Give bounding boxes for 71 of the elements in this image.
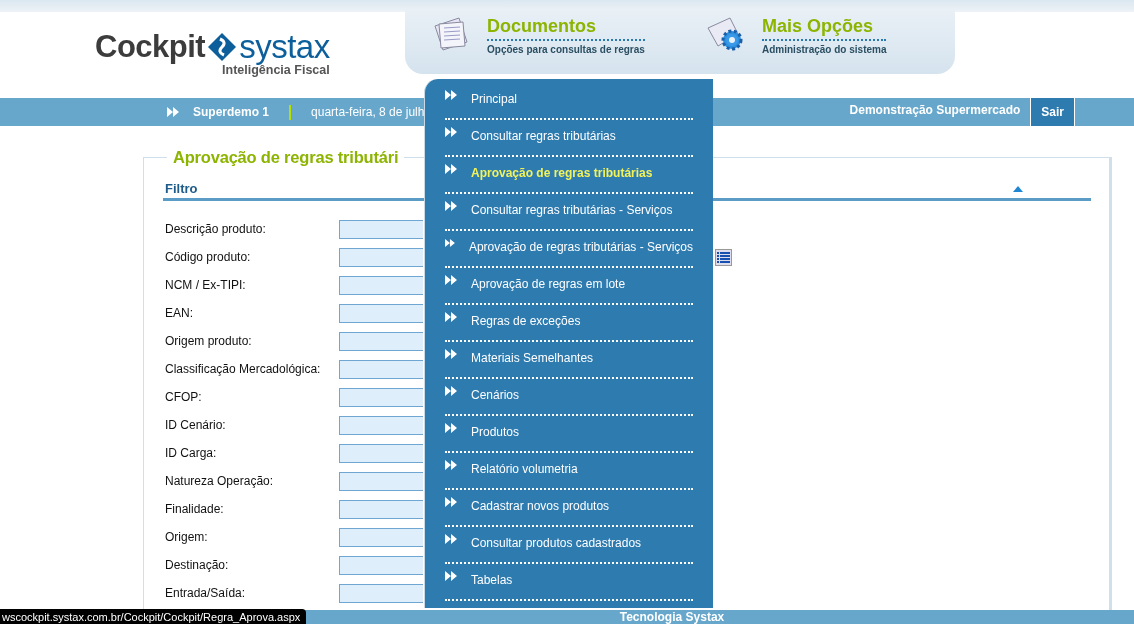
menu-item[interactable]: Consultar regras tributárias: [445, 120, 693, 157]
double-chevron-icon: [445, 126, 457, 137]
company-name: Demonstração Supermercado: [849, 103, 1021, 117]
date-text: quarta-feira, 8 de julh: [311, 105, 425, 119]
logo-text: systax: [239, 28, 330, 65]
double-chevron-icon: [445, 422, 457, 433]
menu-item[interactable]: Tabelas: [445, 564, 693, 601]
input-field[interactable]: [339, 331, 423, 351]
double-chevron-icon: [167, 107, 179, 117]
menu-item[interactable]: Cenários: [445, 379, 693, 416]
menu-item[interactable]: Aprovação de regras tributárias: [445, 157, 693, 194]
input-field[interactable]: [339, 443, 423, 463]
input-field[interactable]: [339, 471, 423, 491]
input-field[interactable]: [339, 359, 423, 379]
field-label: EAN:: [164, 306, 194, 320]
field-label: Classificação Mercadológica:: [164, 362, 322, 376]
status-url: wscockpit.systax.com.br/Cockpit/Cockpit/Regra_Aprova.aspx: [0, 609, 307, 624]
double-chevron-icon: [445, 385, 457, 396]
nav-subtitle: Opções para consultas de regras: [487, 44, 645, 55]
double-chevron-icon: [445, 89, 457, 100]
field-label: ID Cenário:: [164, 418, 227, 432]
menu-item[interactable]: Aprovação de regras em lote: [445, 268, 693, 305]
logout-button[interactable]: Sair: [1030, 98, 1075, 126]
field-label: NCM / Ex-TIPI:: [164, 278, 247, 292]
field-label: Origem produto:: [164, 334, 253, 348]
list-icon[interactable]: [715, 248, 732, 266]
diamond-logo-icon: [207, 32, 238, 62]
input-field[interactable]: [339, 499, 423, 519]
double-chevron-icon: [445, 163, 457, 174]
input-field[interactable]: [339, 247, 423, 267]
double-chevron-icon: [445, 274, 457, 285]
double-chevron-icon: [445, 496, 457, 507]
input-field[interactable]: [339, 303, 423, 323]
double-chevron-icon: [445, 348, 457, 359]
double-chevron-icon: [445, 200, 457, 211]
input-field[interactable]: [339, 527, 423, 547]
field-label: CFOP:: [164, 390, 203, 404]
field-label: Natureza Operação:: [164, 474, 275, 488]
field-label: Entrada/Saída:: [164, 586, 247, 600]
input-field[interactable]: [339, 583, 423, 603]
menu-item[interactable]: Consultar regras tributárias - Serviços: [445, 194, 693, 231]
menu-item[interactable]: Materiais Semelhantes: [445, 342, 693, 379]
menu-item[interactable]: Principal: [445, 83, 693, 120]
field-label: Destinação:: [164, 558, 230, 572]
field-label: Código produto:: [164, 250, 252, 264]
input-field[interactable]: [339, 387, 423, 407]
menu-item[interactable]: Regras de exceções: [445, 305, 693, 342]
field-label: Origem:: [164, 530, 209, 544]
double-chevron-icon: [445, 311, 457, 322]
menu-item[interactable]: Produtos: [445, 416, 693, 453]
user-name: Superdemo 1: [193, 105, 270, 119]
filter-title: Filtro: [165, 181, 198, 196]
field-label: ID Carga:: [164, 446, 218, 460]
double-chevron-icon: [445, 533, 457, 544]
menu-item[interactable]: Relatório volumetria: [445, 453, 693, 490]
field-label: Descrição produto:: [164, 222, 267, 236]
menu-item[interactable]: Cadastrar novos produtos: [445, 490, 693, 527]
input-field[interactable]: [339, 555, 423, 575]
menu-item[interactable]: Aprovação de regras tributárias - Serviços: [445, 231, 693, 268]
double-chevron-icon: [445, 459, 457, 470]
input-field[interactable]: [339, 219, 423, 239]
field-label: Finalidade:: [164, 502, 225, 516]
logo-text: Cockpit: [95, 29, 206, 65]
nav-subtitle: Administração do sistema: [762, 44, 887, 55]
input-field[interactable]: [339, 415, 423, 435]
collapse-icon[interactable]: [1013, 185, 1023, 192]
double-chevron-icon: [445, 570, 457, 581]
double-chevron-icon: [445, 237, 455, 248]
menu-item[interactable]: Consultar produtos cadastrados: [445, 527, 693, 564]
input-field[interactable]: [339, 275, 423, 295]
page-title: Aprovação de regras tributári: [172, 148, 400, 167]
